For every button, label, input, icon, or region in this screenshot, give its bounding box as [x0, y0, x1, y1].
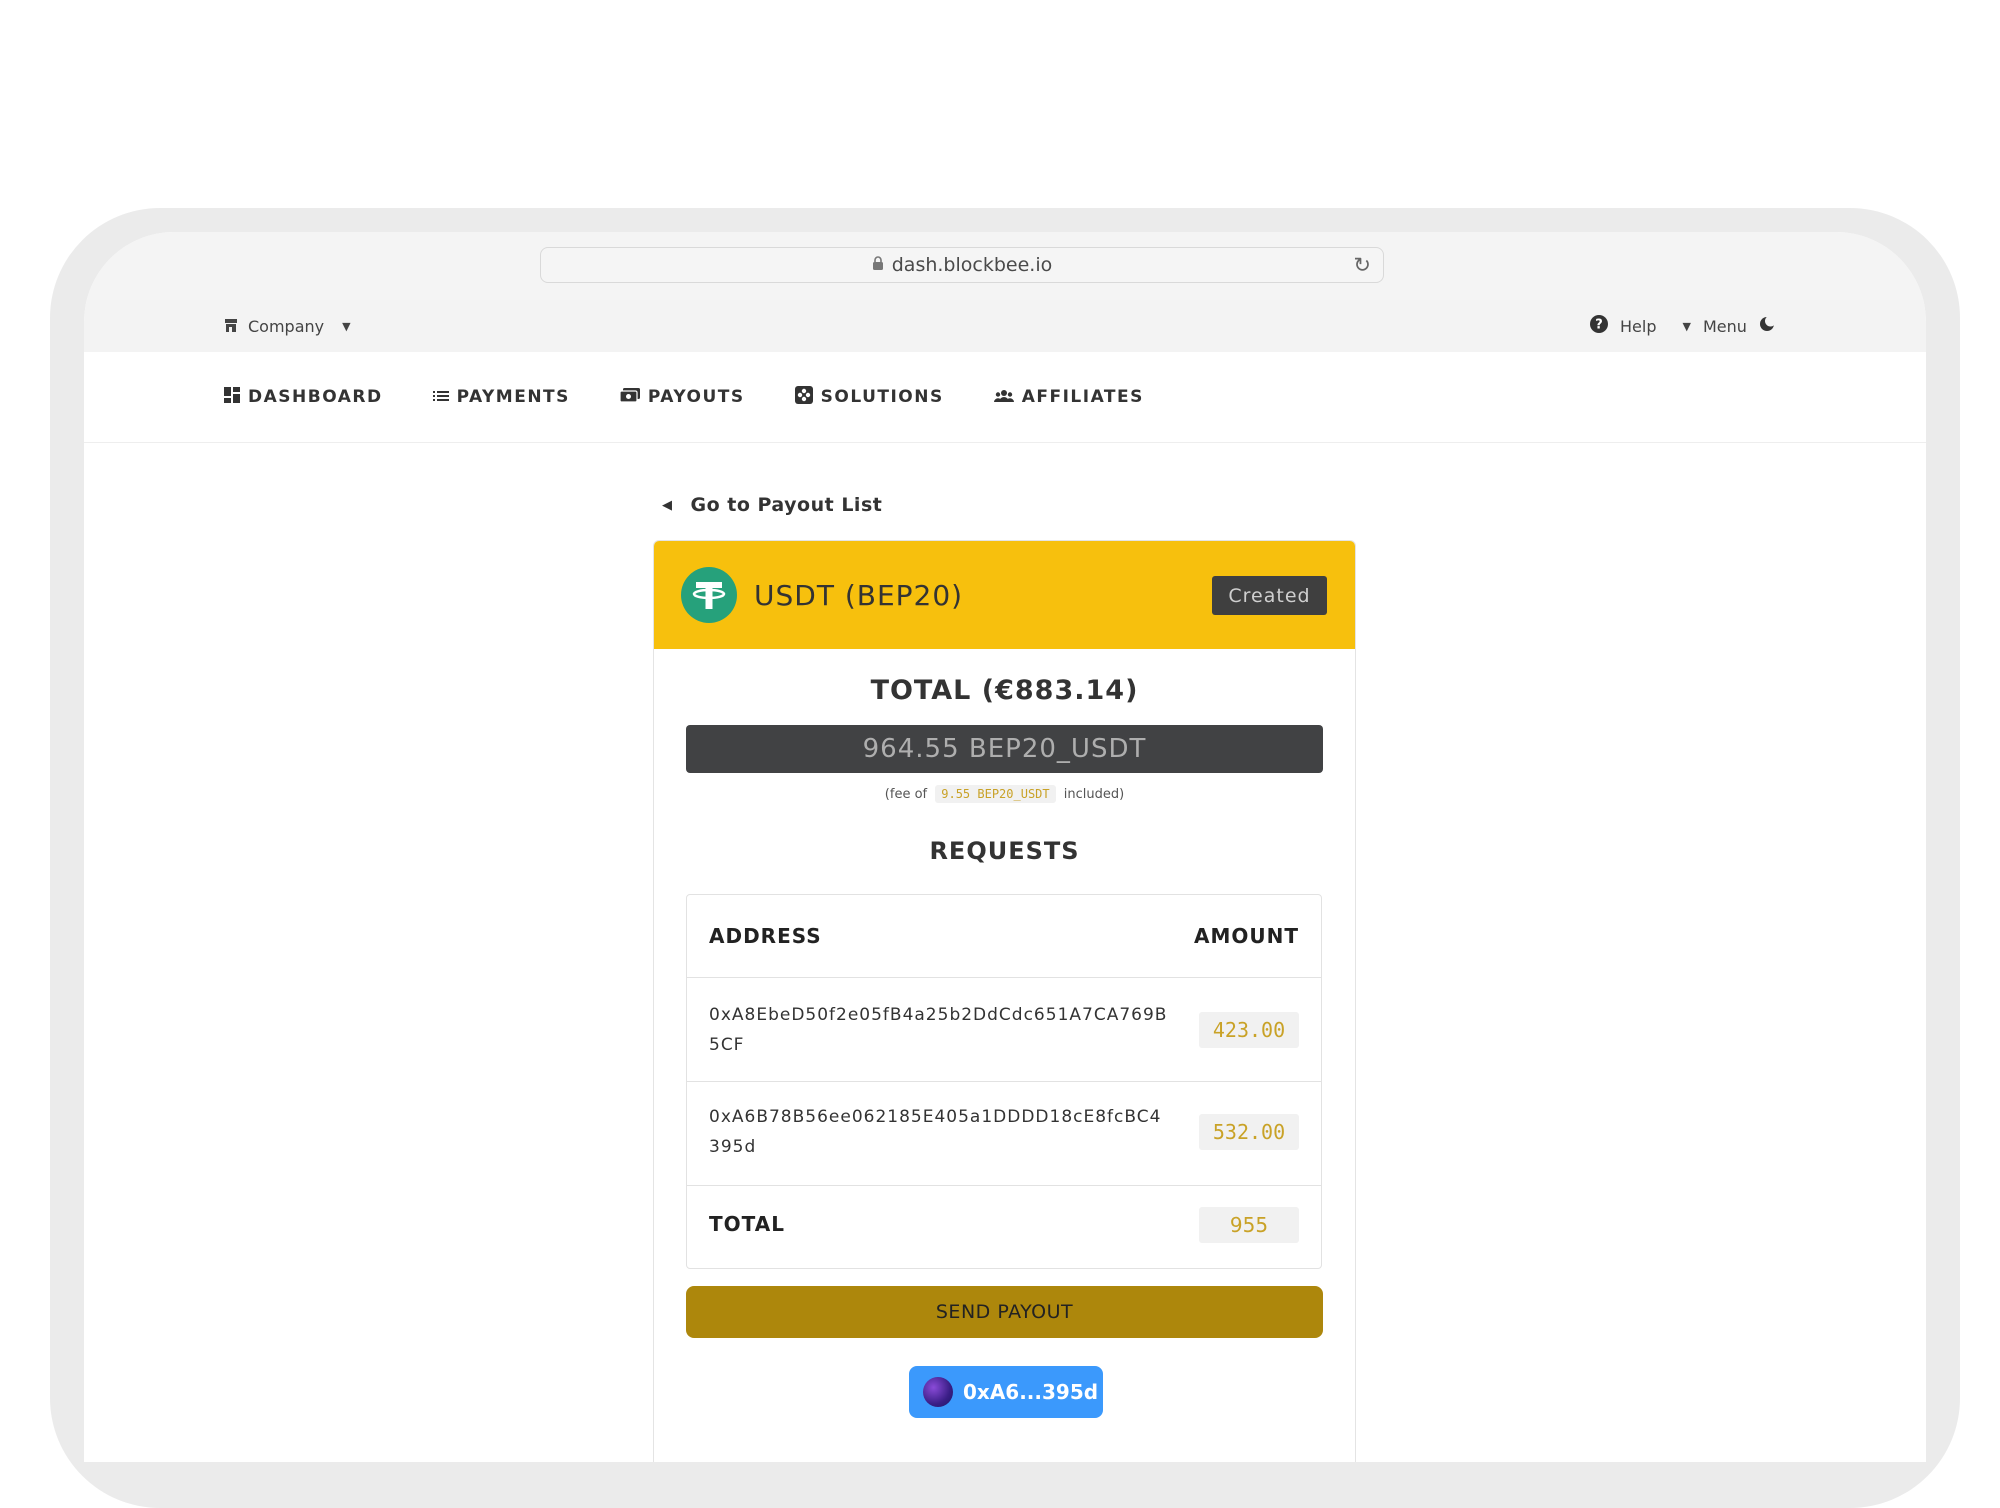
nav-solutions[interactable]: SOLUTIONS	[794, 385, 944, 409]
total-title: TOTAL (€883.14)	[870, 675, 1139, 706]
address-cell: 0xA8EbeD50f2e05fB4a25b2DdCdc651A7CA769B5…	[709, 1005, 1168, 1055]
nav-payouts[interactable]: PAYOUTS	[619, 387, 745, 407]
svg-text:?: ?	[1595, 318, 1603, 333]
wallet-avatar	[923, 1377, 953, 1407]
tether-logo-icon	[681, 567, 737, 623]
status-badge: Created	[1212, 576, 1327, 615]
nav-label: SOLUTIONS	[820, 387, 944, 407]
help-icon: ?	[1590, 315, 1608, 337]
table-total-row: TOTAL 955	[687, 1185, 1321, 1269]
nav-payments[interactable]: PAYMENTS	[432, 387, 570, 407]
store-icon	[224, 317, 238, 336]
table-row: 0xA6B78B56ee062185E405a1DDDD18cE8fcBC439…	[687, 1081, 1321, 1186]
nav-label: DASHBOARD	[248, 387, 383, 407]
wallet-connect-button[interactable]: 0xA6...395d	[909, 1366, 1103, 1418]
puzzle-icon	[794, 385, 813, 409]
company-label: Company	[248, 316, 325, 336]
payout-card-header: USDT (BEP20) Created	[654, 541, 1355, 649]
address-header: ADDRESS	[709, 924, 822, 948]
caret-down-icon[interactable]: ▼	[1682, 320, 1690, 333]
total-label: TOTAL	[709, 1212, 785, 1236]
total-value: 955	[1199, 1207, 1299, 1243]
nav-label: PAYOUTS	[647, 387, 745, 407]
fee-note: (fee of 9.55 BEP20_USDT included)	[654, 785, 1355, 803]
back-link-label: Go to Payout List	[690, 494, 883, 516]
amount-cell: 423.00	[1199, 1012, 1299, 1048]
lock-icon	[872, 254, 884, 276]
money-icon	[619, 387, 640, 407]
browser-chrome: dash.blockbee.io ↻	[84, 232, 1926, 300]
list-icon	[432, 387, 449, 407]
fee-prefix: (fee of	[884, 787, 928, 802]
total-amount: 964.55 BEP20_USDT	[686, 725, 1323, 773]
address-cell: 0xA6B78B56ee062185E405a1DDDD18cE8fcBC439…	[709, 1107, 1162, 1157]
main-nav: DASHBOARD PAYMENTS PAYOUTS SOLUTIONS AFF…	[84, 352, 1926, 443]
caret-left-icon: ◀	[662, 497, 673, 513]
menu-link[interactable]: Menu	[1703, 317, 1747, 336]
table-row: 0xA8EbeD50f2e05fB4a25b2DdCdc651A7CA769B5…	[687, 977, 1321, 1082]
requests-table: ADDRESS AMOUNT 0xA8EbeD50f2e05fB4a25b2Dd…	[686, 894, 1322, 1269]
company-dropdown[interactable]: Company ▼	[224, 300, 351, 352]
fee-value: 9.55 BEP20_USDT	[935, 785, 1056, 803]
reload-icon[interactable]: ↻	[1353, 253, 1371, 277]
amount-header: AMOUNT	[1193, 924, 1299, 948]
fee-suffix: included)	[1063, 787, 1125, 802]
amount-cell: 532.00	[1199, 1114, 1299, 1150]
dashboard-icon	[224, 386, 240, 408]
moon-icon[interactable]	[1759, 315, 1776, 336]
top-right-actions: ? Help ▼ Menu	[1590, 300, 1776, 352]
payout-card: USDT (BEP20) Created TOTAL (€883.14) 964…	[653, 540, 1356, 1462]
users-icon	[993, 387, 1014, 407]
top-bar: Company ▼ ? Help ▼ Menu	[84, 300, 1926, 352]
nav-affiliates[interactable]: AFFILIATES	[993, 387, 1144, 407]
wallet-address: 0xA6...395d	[963, 1380, 1099, 1404]
nav-dashboard[interactable]: DASHBOARD	[224, 386, 383, 408]
help-link[interactable]: Help	[1620, 317, 1656, 336]
back-to-payout-list[interactable]: ◀ Go to Payout List	[662, 494, 882, 516]
nav-label: PAYMENTS	[456, 387, 570, 407]
send-payout-button[interactable]: SEND PAYOUT	[686, 1286, 1323, 1338]
coin-name: USDT (BEP20)	[754, 578, 964, 612]
address-bar[interactable]: dash.blockbee.io ↻	[540, 247, 1384, 283]
browser-screen: dash.blockbee.io ↻ Company ▼ ? Help ▼ Me…	[84, 232, 1926, 1462]
nav-label: AFFILIATES	[1021, 387, 1144, 407]
requests-title: REQUESTS	[929, 837, 1080, 865]
caret-down-icon: ▼	[342, 319, 351, 333]
url-text: dash.blockbee.io	[891, 253, 1053, 276]
